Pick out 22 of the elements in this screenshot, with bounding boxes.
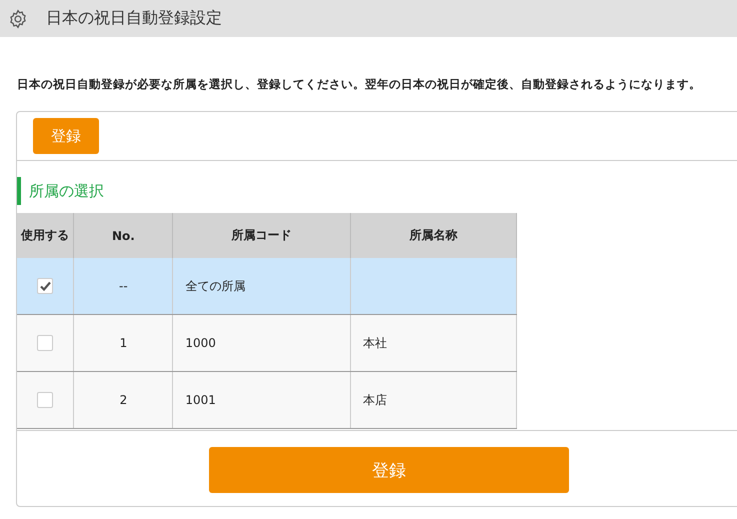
settings-icon xyxy=(8,8,28,28)
table-cell: 全ての所属 xyxy=(172,258,351,314)
table-cell: 2 xyxy=(74,372,173,428)
table-cell: 1 xyxy=(74,314,173,372)
row-checkbox[interactable] xyxy=(37,392,54,408)
table-cell: 1000 xyxy=(172,314,351,372)
table-cell: 本社 xyxy=(350,314,516,372)
instruction-text: 日本の祝日自動登録が必要な所属を選択し、登録してください。翌年の日本の祝日が確定後、自動登録されるようになります。 xyxy=(17,77,702,93)
register-button[interactable]: 登録 xyxy=(33,118,99,154)
column-header: 所属コード xyxy=(172,213,351,258)
checkmark-icon xyxy=(40,281,51,291)
column-header: No. xyxy=(74,213,173,258)
section-title: 所属の選択 xyxy=(29,182,104,200)
page-title: 日本の祝日自動登録設定 xyxy=(46,8,222,29)
table-cell: 1001 xyxy=(172,372,351,428)
register-button[interactable]: 登録 xyxy=(209,447,569,493)
row-checkbox[interactable] xyxy=(37,335,54,351)
row-checkbox[interactable] xyxy=(37,278,54,294)
table-cell: -- xyxy=(74,258,173,314)
column-header: 使用する xyxy=(17,213,74,258)
column-header: 所属名称 xyxy=(350,213,516,258)
table-cell: 本店 xyxy=(350,372,516,428)
